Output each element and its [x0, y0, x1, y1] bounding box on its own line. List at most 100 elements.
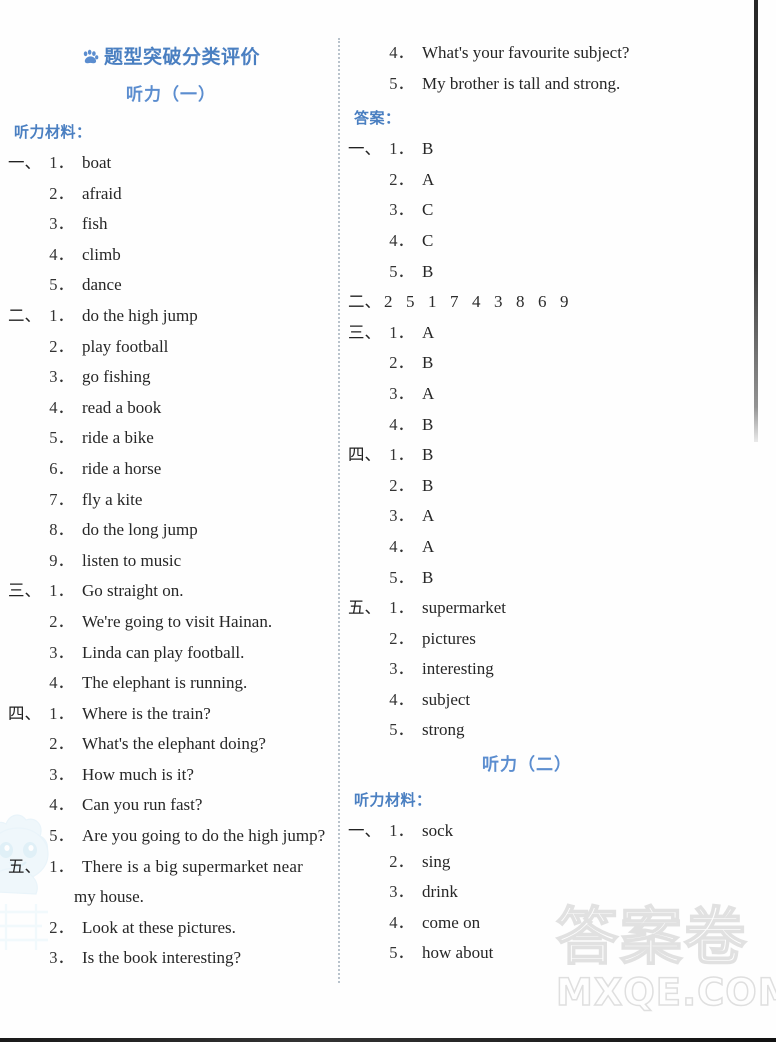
item-number: 5． — [389, 261, 414, 281]
item-number: 4． — [389, 230, 414, 250]
answer-row: 4． C — [348, 226, 758, 257]
item-text: do the long jump — [82, 520, 198, 540]
answer-row: 3． A — [348, 379, 758, 410]
list-item: 5． ride a bike — [8, 423, 334, 454]
item-number: 1． — [49, 581, 74, 601]
answer-digit: 6 — [538, 292, 547, 312]
item-number: 6． — [49, 458, 74, 478]
item-text-continued: my house. — [74, 887, 144, 907]
item-text: climb — [82, 244, 121, 264]
answer-digit: 9 — [560, 292, 569, 312]
list-item: 4． Can you run fast? — [8, 790, 334, 821]
list-item: 一、 1． sock — [348, 816, 758, 847]
list-item: 一、 1． boat — [8, 148, 334, 179]
list-item: 5． My brother is tall and strong. — [348, 69, 758, 100]
paw-print-icon — [82, 48, 99, 70]
item-text: come on — [422, 912, 481, 932]
answer-value: B — [422, 567, 434, 587]
answer-value: interesting — [422, 659, 494, 679]
answer-value: B — [422, 414, 434, 434]
item-number: 4． — [49, 673, 74, 693]
group-marker: 三、 — [348, 322, 381, 342]
item-text: boat — [82, 153, 112, 172]
answer-value: B — [422, 261, 434, 281]
item-text: We're going to visit Hainan. — [82, 611, 273, 631]
answer-sequence: 2 5 1 7 4 3 8 6 9 — [384, 287, 582, 318]
answer-digit: 1 — [428, 292, 437, 312]
item-text: fly a kite — [82, 489, 143, 509]
item-number: 1． — [49, 153, 74, 172]
answer-digit: 3 — [494, 292, 503, 312]
answer-value: C — [422, 230, 434, 250]
list-item: 2． afraid — [8, 179, 334, 210]
item-text: play football — [82, 336, 169, 356]
list-item: 3． drink — [348, 877, 758, 908]
list-item: 2． play football — [8, 332, 334, 363]
listening-two-heading: 听力（二） — [482, 755, 572, 776]
item-number: 5． — [49, 826, 74, 846]
item-number: 4． — [389, 536, 414, 556]
answer-value: subject — [422, 689, 471, 709]
item-number: 9． — [49, 550, 74, 570]
item-number: 4． — [389, 414, 414, 434]
list-item: 5． dance — [8, 270, 334, 301]
item-text: My brother is tall and strong. — [422, 73, 621, 93]
list-item-continuation: my house. — [8, 882, 334, 913]
answer-row: 5． B — [348, 257, 758, 288]
answer-row: 4． A — [348, 532, 758, 563]
answer-row-sequence: 二、 2 5 1 7 4 3 8 6 9 — [348, 287, 758, 318]
page-title: 题型突破分类评价 — [8, 42, 334, 70]
item-number: 8． — [49, 520, 74, 540]
group-marker: 一、 — [348, 821, 381, 841]
item-number: 2． — [389, 475, 414, 495]
item-number: 2． — [49, 917, 74, 937]
list-item: 4． What's your favourite subject? — [348, 38, 758, 69]
item-number: 5． — [389, 943, 414, 963]
page-title-text: 题型突破分类评价 — [103, 46, 260, 68]
answer-row: 2． B — [348, 348, 758, 379]
list-item: 8． do the long jump — [8, 515, 334, 546]
item-number: 1． — [49, 703, 74, 723]
answer-digit: 5 — [406, 292, 415, 312]
answer-value: A — [422, 536, 435, 556]
item-text: how about — [422, 943, 494, 963]
answer-row: 4． subject — [348, 685, 758, 716]
group-marker: 二、 — [8, 305, 41, 325]
item-text: Where is the train? — [82, 703, 211, 723]
answer-value: A — [422, 322, 435, 342]
item-number: 3． — [49, 764, 74, 784]
listening-material-label: 听力材料： — [14, 123, 92, 141]
list-item: 2． What's the elephant doing? — [8, 729, 334, 760]
list-item: 三、 1． Go straight on. — [8, 576, 334, 607]
item-number: 4． — [389, 689, 414, 709]
item-number: 3． — [49, 367, 74, 387]
item-number: 4． — [49, 244, 74, 264]
item-number: 2． — [389, 628, 414, 648]
item-text: What's the elephant doing? — [82, 734, 266, 754]
item-text: do the high jump — [82, 305, 198, 325]
item-text: Look at these pictures. — [82, 917, 236, 937]
answer-digit: 7 — [450, 292, 459, 312]
item-text: sock — [422, 821, 454, 841]
list-item: 四、 1． Where is the train? — [8, 699, 334, 730]
item-number: 2． — [389, 169, 414, 189]
item-text: dance — [82, 275, 122, 295]
item-number: 3． — [49, 948, 74, 968]
right-column: 4． What's your favourite subject? 5． My … — [348, 38, 758, 969]
item-number: 3． — [49, 214, 74, 234]
answer-digit: 4 — [472, 292, 481, 312]
list-item: 3． fish — [8, 209, 334, 240]
list-item: 3． Is the book interesting? — [8, 943, 334, 974]
group-marker: 五、 — [348, 598, 381, 618]
list-item: 4． The elephant is running. — [8, 668, 334, 699]
group-marker: 四、 — [8, 703, 41, 723]
answer-row: 3． A — [348, 501, 758, 532]
left-listening-list: 一、 1． boat 2． afraid 3． fish 4． climb 5．… — [8, 148, 334, 974]
item-number: 4． — [389, 43, 414, 62]
item-number: 3． — [389, 200, 414, 220]
item-text: Linda can play football. — [82, 642, 245, 662]
answer-row: 一、 1． B — [348, 134, 758, 165]
list-item: 4． read a book — [8, 393, 334, 424]
list-item: 五、 1． There is a big supermarket near — [8, 852, 334, 883]
item-text: How much is it? — [82, 764, 194, 784]
